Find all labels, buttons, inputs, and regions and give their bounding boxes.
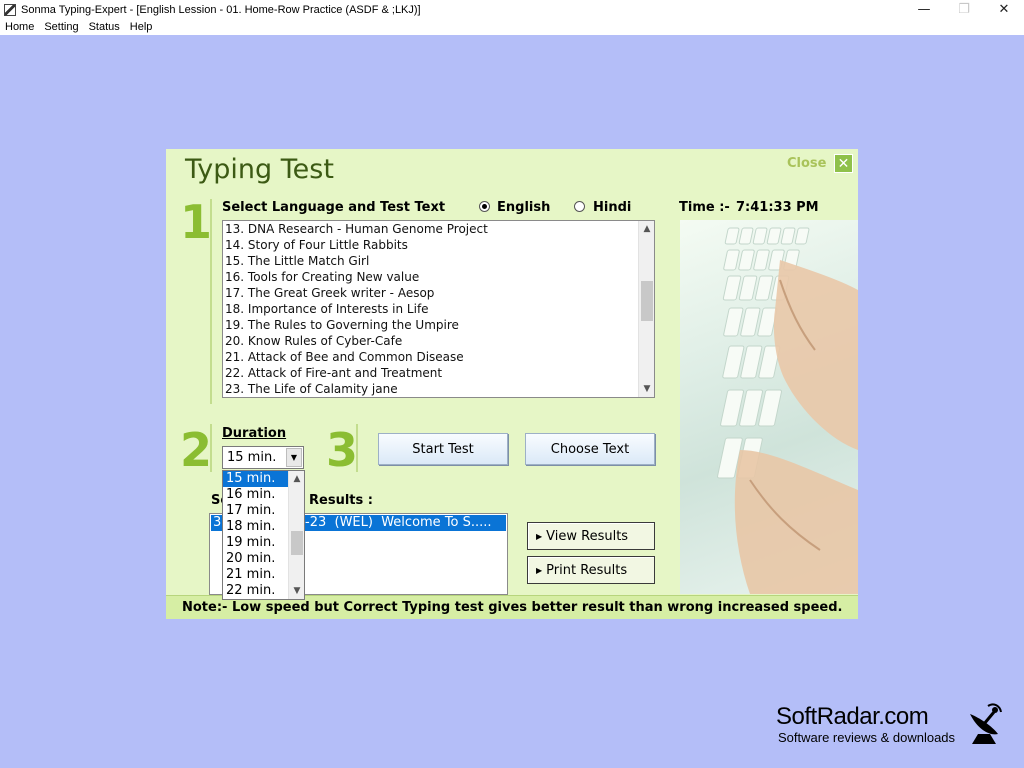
start-test-button[interactable]: Start Test bbox=[378, 433, 508, 465]
dialog-title: Typing Test bbox=[185, 154, 334, 185]
watermark-title: SoftRadar.com bbox=[776, 703, 929, 730]
list-item[interactable]: 16. Tools for Creating New value bbox=[223, 269, 654, 285]
play-icon: ▶ bbox=[536, 565, 543, 575]
english-radio-label[interactable]: English bbox=[497, 200, 550, 215]
play-icon: ▶ bbox=[536, 531, 543, 541]
scroll-thumb[interactable] bbox=[291, 531, 303, 555]
list-item[interactable]: 14. Story of Four Little Rabbits bbox=[223, 237, 654, 253]
duration-option[interactable]: 15 min. bbox=[223, 471, 288, 487]
duration-option[interactable]: 16 min. bbox=[223, 487, 288, 503]
results-row-prefix: 3 bbox=[213, 515, 222, 530]
duration-option[interactable]: 18 min. bbox=[223, 519, 288, 535]
hindi-radio[interactable] bbox=[574, 201, 585, 212]
keyboard-typing-image bbox=[680, 220, 858, 594]
results-row-text: -23 (WEL) Welcome To S..... bbox=[305, 515, 492, 530]
duration-option[interactable]: 21 min. bbox=[223, 567, 288, 583]
scroll-down-icon[interactable]: ▼ bbox=[639, 381, 654, 397]
list-item[interactable]: 22. Attack of Fire-ant and Treatment bbox=[223, 365, 654, 381]
watermark-subtitle: Software reviews & downloads bbox=[778, 730, 956, 745]
duration-label: Duration bbox=[222, 426, 287, 441]
close-label[interactable]: Close bbox=[787, 156, 826, 171]
step-3-number: 3 bbox=[326, 423, 359, 477]
duration-option[interactable]: 20 min. bbox=[223, 551, 288, 567]
step-1-number: 1 bbox=[180, 195, 213, 249]
time-label: Time :- bbox=[679, 200, 730, 215]
duration-dropdown-list[interactable]: 15 min. 16 min. 17 min. 18 min. 19 min. … bbox=[222, 470, 305, 600]
print-results-label: Print Results bbox=[546, 562, 628, 578]
menu-status[interactable]: Status bbox=[84, 21, 125, 33]
list-item[interactable]: 21. Attack of Bee and Common Disease bbox=[223, 349, 654, 365]
app-icon bbox=[4, 3, 16, 16]
satellite-dish-icon bbox=[970, 703, 1002, 744]
hindi-radio-label[interactable]: Hindi bbox=[593, 200, 631, 215]
test-text-listbox[interactable]: 13. DNA Research - Human Genome Project … bbox=[222, 220, 655, 398]
duration-option[interactable]: 22 min. bbox=[223, 583, 288, 599]
dropdown-scrollbar[interactable]: ▲ ▼ bbox=[288, 471, 304, 599]
menu-bar: Home Setting Status Help bbox=[0, 19, 1024, 35]
scroll-up-icon[interactable]: ▲ bbox=[289, 471, 304, 487]
menu-setting[interactable]: Setting bbox=[39, 21, 83, 33]
time-value: 7:41:33 PM bbox=[736, 200, 819, 215]
step-1-divider bbox=[210, 199, 212, 404]
window-controls: — ❐ ✕ bbox=[904, 0, 1024, 19]
list-item[interactable]: 19. The Rules to Governing the Umpire bbox=[223, 317, 654, 333]
list-item[interactable]: 13. DNA Research - Human Genome Project bbox=[223, 221, 654, 237]
list-item[interactable]: 23. The Life of Calamity jane bbox=[223, 381, 654, 397]
chevron-down-icon[interactable]: ▼ bbox=[286, 448, 302, 467]
scroll-down-icon[interactable]: ▼ bbox=[289, 583, 304, 599]
menu-help[interactable]: Help bbox=[125, 21, 158, 33]
view-results-button[interactable]: ▶ View Results bbox=[527, 522, 655, 550]
close-window-button[interactable]: ✕ bbox=[984, 0, 1024, 19]
listbox-scrollbar[interactable]: ▲ ▼ bbox=[638, 221, 654, 397]
list-item[interactable]: 15. The Little Match Girl bbox=[223, 253, 654, 269]
step-2-number: 2 bbox=[180, 423, 213, 477]
view-results-label: View Results bbox=[546, 528, 629, 544]
step-3-divider bbox=[356, 424, 358, 472]
minimize-button[interactable]: — bbox=[904, 0, 944, 19]
title-bar: Sonma Typing-Expert - [English Lession -… bbox=[0, 0, 1024, 19]
menu-home[interactable]: Home bbox=[0, 21, 39, 33]
list-item[interactable]: 18. Importance of Interests in Life bbox=[223, 301, 654, 317]
maximize-button[interactable]: ❐ bbox=[944, 0, 984, 19]
results-label: Results : bbox=[309, 493, 373, 508]
scroll-up-icon[interactable]: ▲ bbox=[639, 221, 654, 237]
print-results-button[interactable]: ▶ Print Results bbox=[527, 556, 655, 584]
typing-test-dialog: Typing Test Close ✕ 1 Select Language an… bbox=[166, 149, 858, 619]
list-item[interactable]: 20. Know Rules of Cyber-Cafe bbox=[223, 333, 654, 349]
duration-option[interactable]: 19 min. bbox=[223, 535, 288, 551]
duration-option[interactable]: 17 min. bbox=[223, 503, 288, 519]
window-title: Sonma Typing-Expert - [English Lession -… bbox=[21, 3, 421, 16]
duration-select[interactable]: 15 min. ▼ bbox=[222, 446, 304, 469]
scroll-thumb[interactable] bbox=[641, 281, 653, 321]
language-text-label: Select Language and Test Text bbox=[222, 200, 446, 215]
close-icon[interactable]: ✕ bbox=[834, 154, 853, 173]
duration-selected-value: 15 min. bbox=[227, 450, 277, 465]
choose-text-button[interactable]: Choose Text bbox=[525, 433, 655, 465]
english-radio[interactable] bbox=[479, 201, 490, 212]
step-2-divider bbox=[210, 424, 212, 472]
list-item[interactable]: 17. The Great Greek writer - Aesop bbox=[223, 285, 654, 301]
